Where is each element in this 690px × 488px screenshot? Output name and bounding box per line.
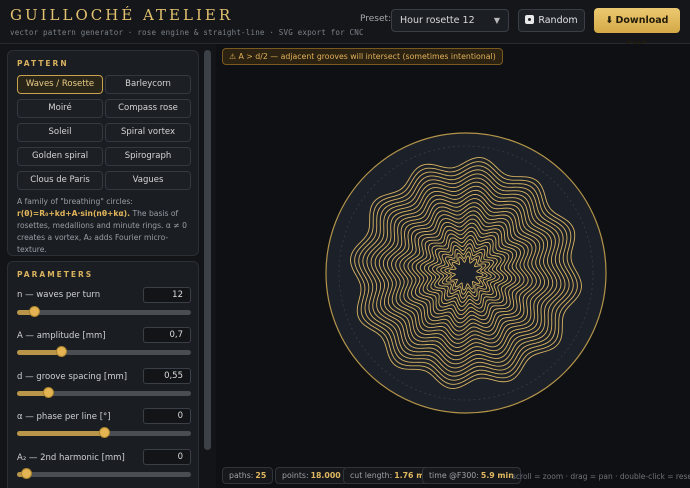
param-a-slider[interactable] xyxy=(17,346,191,358)
preset-select[interactable]: Hour rosette 12 ▼ xyxy=(391,9,509,32)
chevron-down-icon: ▼ xyxy=(493,16,500,25)
param-n-slider[interactable] xyxy=(17,306,191,318)
pattern-barleycorn[interactable]: Barleycorn xyxy=(105,75,191,94)
pattern-vagues[interactable]: Vagues xyxy=(105,171,191,190)
stat-points-value: 18.000 xyxy=(310,471,341,480)
param-a-input[interactable]: 0,7 xyxy=(143,327,191,343)
app-title: GUILLOCHÉ ATELIER xyxy=(10,6,234,24)
param-a2-slider-handle[interactable] xyxy=(20,468,32,479)
app-header: GUILLOCHÉ ATELIER vector pattern generat… xyxy=(0,0,690,51)
stat-paths: paths: 25 xyxy=(222,467,274,484)
stat-points-label: points: xyxy=(282,471,309,480)
preset-label: Preset: xyxy=(360,14,392,24)
pattern-spiral-vortex[interactable]: Spiral vortex xyxy=(105,123,191,142)
stat-time-value: 5.9 min xyxy=(480,471,514,480)
random-button[interactable]: Random xyxy=(518,9,585,32)
param-alpha-slider-handle[interactable] xyxy=(99,427,110,438)
param-a2-label: A₂ — 2nd harmonic [mm] xyxy=(17,453,125,463)
sidebar-scroll-thumb[interactable] xyxy=(204,50,211,450)
pattern-waves-rosette[interactable]: Waves / Rosette xyxy=(17,75,103,94)
param-n-label: n — waves per turn xyxy=(17,290,101,300)
stat-points: points: 18.000 xyxy=(275,467,348,484)
pattern-spirograph[interactable]: Spirograph xyxy=(105,147,191,166)
stat-cut-length-label: cut length: xyxy=(350,471,393,480)
stat-time: time @F300: 5.9 min xyxy=(422,467,521,484)
intersection-warning: ⚠ A > d/2 — adjacent grooves will inters… xyxy=(222,48,503,65)
parameters-heading: PARAMETERS xyxy=(17,270,94,279)
sidebar-scrollbar[interactable] xyxy=(204,50,211,488)
dice-icon xyxy=(525,15,535,24)
param-d-input[interactable]: 0,55 xyxy=(143,368,191,384)
stat-time-label: time @F300: xyxy=(429,471,479,480)
stat-paths-label: paths: xyxy=(229,471,254,480)
pattern-compass-rose[interactable]: Compass rose xyxy=(105,99,191,118)
param-a2-slider[interactable] xyxy=(17,468,191,480)
pattern-moire[interactable]: Moiré xyxy=(17,99,103,118)
pattern-golden-spiral[interactable]: Golden spiral xyxy=(17,147,103,166)
pattern-panel: PATTERN Waves / Rosette Barleycorn Moiré… xyxy=(7,50,199,256)
pattern-clous-de-paris[interactable]: Clous de Paris xyxy=(17,171,103,190)
param-a-slider-handle[interactable] xyxy=(55,346,67,357)
stat-cut-length-value: 1.76 m xyxy=(394,471,425,480)
outer-ring xyxy=(325,132,607,414)
parameters-panel: PARAMETERS n — waves per turn 12 A — amp… xyxy=(7,261,199,488)
param-n-input[interactable]: 12 xyxy=(143,287,191,303)
preset-select-value: Hour rosette 12 xyxy=(400,15,475,26)
canvas-hint: scroll = zoom · drag = pan · double-clic… xyxy=(512,472,690,481)
brand: GUILLOCHÉ ATELIER vector pattern generat… xyxy=(10,6,364,37)
random-button-label: Random xyxy=(538,15,578,26)
rosette-preview[interactable] xyxy=(325,132,607,414)
stat-cut-length: cut length: 1.76 m xyxy=(343,467,432,484)
pattern-description: A family of "breathing" circles: r(θ)=R₀… xyxy=(17,196,195,256)
stat-paths-value: 25 xyxy=(255,471,267,480)
pattern-soleil[interactable]: Soleil xyxy=(17,123,103,142)
pattern-heading: PATTERN xyxy=(17,59,69,68)
param-a-label: A — amplitude [mm] xyxy=(17,331,106,341)
param-n-slider-handle[interactable] xyxy=(29,306,41,317)
param-d-label: d — groove spacing [mm] xyxy=(17,372,128,382)
app-subtitle: vector pattern generator · rose engine &… xyxy=(10,28,364,37)
param-d-slider-handle[interactable] xyxy=(43,387,55,398)
param-alpha-slider[interactable] xyxy=(17,427,191,439)
param-alpha-input[interactable]: 0 xyxy=(143,408,191,424)
param-alpha-label: α — phase per line [°] xyxy=(17,412,111,422)
pattern-description-intro: A family of "breathing" circles: xyxy=(17,197,133,206)
download-svg-button[interactable]: ⬇Download SVG xyxy=(594,8,680,51)
param-a2-input[interactable]: 0 xyxy=(143,449,191,465)
pattern-formula: r(θ)=R₀+kd+A·sin(nθ+kα). xyxy=(17,209,131,218)
download-arrow-icon: ⬇ xyxy=(605,15,614,26)
param-d-slider[interactable] xyxy=(17,387,191,399)
